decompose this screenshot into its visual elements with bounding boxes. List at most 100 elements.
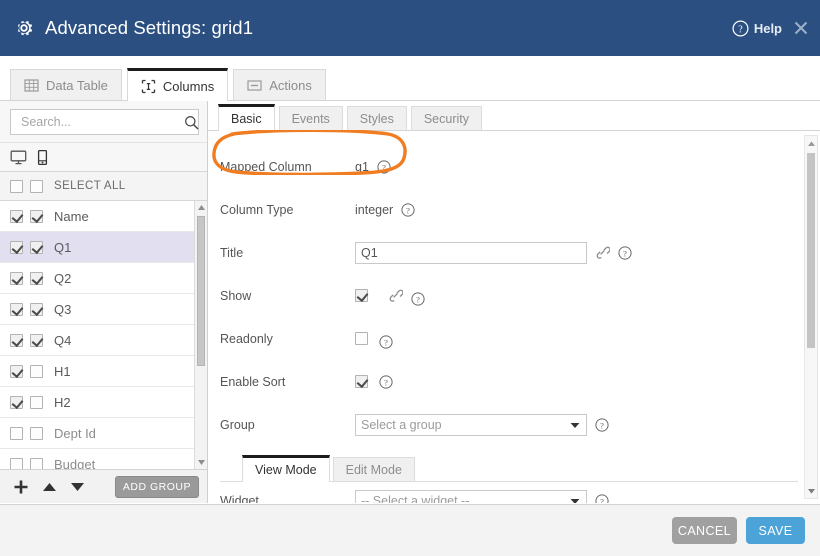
scroll-up-arrow-icon[interactable] bbox=[805, 136, 817, 150]
main-tab-strip: Data Table Columns Actions bbox=[0, 56, 820, 101]
select-all-row[interactable]: SELECT ALL bbox=[0, 172, 207, 201]
tab-basic[interactable]: Basic bbox=[218, 104, 275, 131]
question-circle-icon[interactable]: ? bbox=[379, 375, 393, 389]
arrow-down-icon[interactable] bbox=[70, 481, 85, 493]
column-visible-checkbox[interactable] bbox=[10, 303, 23, 316]
group-select[interactable]: Select a group bbox=[355, 414, 587, 436]
question-circle-icon[interactable]: ? bbox=[401, 203, 415, 217]
tab-actions[interactable]: Actions bbox=[233, 69, 326, 100]
column-visible-checkbox[interactable] bbox=[10, 458, 23, 470]
save-button[interactable]: SAVE bbox=[746, 517, 805, 544]
column-editable-checkbox[interactable] bbox=[30, 303, 43, 316]
scroll-down-arrow-icon[interactable] bbox=[805, 484, 817, 498]
column-visible-checkbox[interactable] bbox=[10, 241, 23, 254]
scrollbar-thumb[interactable] bbox=[197, 216, 205, 366]
column-editable-checkbox[interactable] bbox=[30, 272, 43, 285]
mobile-view-icon[interactable] bbox=[34, 149, 51, 166]
list-item-label: Dept Id bbox=[54, 426, 96, 441]
desktop-view-icon[interactable] bbox=[10, 149, 27, 166]
enable-sort-checkbox[interactable] bbox=[355, 375, 368, 388]
close-icon[interactable] bbox=[792, 19, 810, 37]
svg-text:?: ? bbox=[384, 337, 388, 347]
list-item[interactable]: H1 bbox=[0, 356, 207, 387]
chevron-down-icon bbox=[570, 494, 580, 504]
question-circle-icon[interactable]: ? bbox=[377, 160, 391, 174]
svg-text:?: ? bbox=[738, 24, 743, 35]
tab-events[interactable]: Events bbox=[279, 106, 343, 130]
column-visible-checkbox[interactable] bbox=[10, 334, 23, 347]
question-circle-icon[interactable]: ? bbox=[379, 335, 393, 349]
tab-label: Edit Mode bbox=[346, 463, 402, 477]
scroll-down-arrow-icon[interactable] bbox=[195, 456, 207, 469]
list-item[interactable]: Name bbox=[0, 201, 207, 232]
list-item[interactable]: Q3 bbox=[0, 294, 207, 325]
settings-form: Mapped Column q1 ? Column Type bbox=[208, 131, 820, 503]
settings-form-scrollbar[interactable] bbox=[804, 135, 818, 499]
plus-icon[interactable] bbox=[13, 479, 29, 495]
column-editable-checkbox[interactable] bbox=[30, 334, 43, 347]
list-item-label: H1 bbox=[54, 364, 71, 379]
column-editable-checkbox[interactable] bbox=[30, 210, 43, 223]
list-item[interactable]: Q2 bbox=[0, 263, 207, 294]
scroll-up-arrow-icon[interactable] bbox=[195, 201, 207, 214]
field-label: Title bbox=[220, 246, 355, 260]
tab-data-table[interactable]: Data Table bbox=[10, 69, 122, 100]
list-item[interactable]: Budget bbox=[0, 449, 207, 469]
tab-columns[interactable]: Columns bbox=[127, 68, 228, 101]
device-view-toggles bbox=[0, 142, 207, 172]
question-circle-icon[interactable]: ? bbox=[411, 292, 425, 306]
help-button[interactable]: ? Help bbox=[732, 20, 782, 37]
column-visible-checkbox[interactable] bbox=[10, 272, 23, 285]
column-editable-checkbox[interactable] bbox=[30, 241, 43, 254]
tab-label: Actions bbox=[269, 78, 312, 93]
field-group: Group Select a group ? bbox=[220, 403, 820, 446]
show-checkbox[interactable] bbox=[355, 289, 368, 302]
column-visible-checkbox[interactable] bbox=[10, 210, 23, 223]
chain-link-icon[interactable] bbox=[595, 245, 610, 260]
column-visible-checkbox[interactable] bbox=[10, 396, 23, 409]
add-group-button[interactable]: ADD GROUP bbox=[115, 476, 199, 498]
question-circle-icon[interactable]: ? bbox=[595, 494, 609, 504]
column-editable-checkbox[interactable] bbox=[30, 427, 43, 440]
tab-styles[interactable]: Styles bbox=[347, 106, 407, 130]
title-input[interactable] bbox=[355, 242, 587, 264]
search-box[interactable] bbox=[10, 109, 199, 135]
column-visible-checkbox[interactable] bbox=[10, 427, 23, 440]
search-icon[interactable] bbox=[184, 115, 199, 130]
select-column-icon bbox=[141, 79, 156, 94]
column-list-scrollbar[interactable] bbox=[194, 201, 207, 469]
column-editable-checkbox[interactable] bbox=[30, 396, 43, 409]
tab-label: Columns bbox=[163, 79, 214, 94]
arrow-up-icon[interactable] bbox=[42, 481, 57, 493]
list-item[interactable]: Q4 bbox=[0, 325, 207, 356]
dialog-footer: CANCEL SAVE bbox=[0, 504, 820, 556]
tab-edit-mode[interactable]: Edit Mode bbox=[333, 457, 415, 481]
tab-label: Data Table bbox=[46, 78, 108, 93]
chain-link-icon[interactable] bbox=[388, 288, 403, 303]
group-select-value: Select a group bbox=[361, 418, 442, 432]
search-input[interactable] bbox=[19, 114, 184, 130]
question-circle-icon[interactable]: ? bbox=[618, 246, 632, 260]
scrollbar-thumb[interactable] bbox=[807, 153, 815, 348]
readonly-checkbox[interactable] bbox=[355, 332, 368, 345]
select-all-visible-checkbox[interactable] bbox=[10, 180, 23, 193]
field-widget: Widget -- Select a widget -- ? bbox=[220, 482, 820, 503]
widget-select[interactable]: -- Select a widget -- bbox=[355, 490, 587, 504]
select-all-editable-checkbox[interactable] bbox=[30, 180, 43, 193]
list-item[interactable]: Dept Id bbox=[0, 418, 207, 449]
column-visible-checkbox[interactable] bbox=[10, 365, 23, 378]
list-item[interactable]: Q1 bbox=[0, 232, 207, 263]
field-label: Group bbox=[220, 418, 355, 432]
svg-text:?: ? bbox=[623, 248, 627, 258]
list-item-label: H2 bbox=[54, 395, 71, 410]
settings-form-scroll-area: Mapped Column q1 ? Column Type bbox=[208, 131, 820, 503]
question-circle-icon[interactable]: ? bbox=[595, 418, 609, 432]
cancel-button[interactable]: CANCEL bbox=[672, 517, 737, 544]
tab-security[interactable]: Security bbox=[411, 106, 482, 130]
field-show: Show ? bbox=[220, 274, 820, 317]
column-editable-checkbox[interactable] bbox=[30, 458, 43, 470]
field-column-type: Column Type integer ? bbox=[220, 188, 820, 231]
column-editable-checkbox[interactable] bbox=[30, 365, 43, 378]
list-item[interactable]: H2 bbox=[0, 387, 207, 418]
tab-view-mode[interactable]: View Mode bbox=[242, 455, 330, 482]
